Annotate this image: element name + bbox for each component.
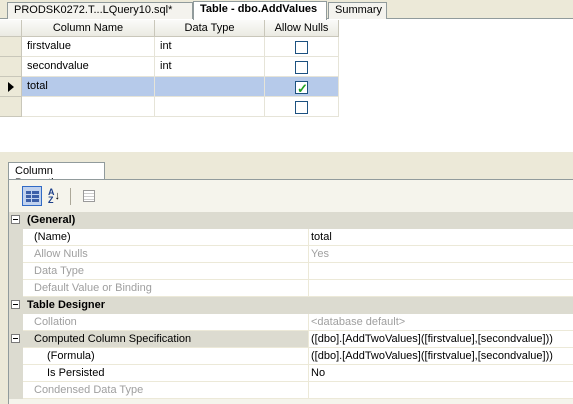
row-selector[interactable] [0,57,22,77]
data-type-header[interactable]: Data Type [155,20,265,37]
property-name: Data Type [23,263,309,280]
data-type-cell[interactable] [155,77,265,97]
table-row[interactable]: firstvalue int [0,37,339,57]
property-row[interactable]: Allow Nulls Yes [9,246,573,263]
property-value[interactable]: <database default> [309,314,573,331]
tab-summary[interactable]: Summary [328,2,387,19]
property-value[interactable] [309,280,573,297]
property-row[interactable]: (Formula) ([dbo].[AddTwoValues]([firstval… [9,348,573,365]
property-row[interactable]: Default Value or Binding [9,280,573,297]
table-row[interactable] [0,97,339,117]
row-selector[interactable] [0,37,22,57]
property-value[interactable]: No [309,365,573,382]
allow-nulls-header[interactable]: Allow Nulls [265,20,339,37]
property-category[interactable]: Table Designer [9,297,573,314]
property-row[interactable]: Is Persisted No [9,365,573,382]
property-value[interactable]: total [309,229,573,246]
property-name: Default Value or Binding [23,280,309,297]
tab-column-properties[interactable]: Column Properties [8,162,105,189]
property-gutter [9,314,23,331]
current-row-arrow-icon [8,82,14,92]
grid-header: Column Name Data Type Allow Nulls [0,20,339,37]
property-name: Collation [23,314,309,331]
property-value[interactable]: ([dbo].[AddTwoValues]([firstvalue],[seco… [309,348,573,365]
column-name-cell[interactable]: firstvalue [22,37,155,57]
property-value[interactable]: ([dbo].[AddTwoValues]([firstvalue],[seco… [309,331,573,348]
collapse-icon[interactable] [11,215,20,224]
property-name: Allow Nulls [23,246,309,263]
property-gutter [9,382,23,399]
property-name: (Name) [23,229,309,246]
property-row[interactable]: Computed Column Specification ([dbo].[Add… [9,331,573,348]
property-gutter [9,348,23,365]
property-name: Table Designer [23,297,573,314]
property-name: (Formula) [23,348,309,365]
property-value[interactable] [309,263,573,280]
allow-nulls-checkbox[interactable] [295,61,308,74]
property-gutter [9,263,23,280]
property-row[interactable]: (Name) total [9,229,573,246]
row-selector[interactable] [0,97,22,117]
toolbar-separator [70,188,71,205]
alphabetical-icon[interactable]: A Z ↓ [44,186,64,206]
table-row[interactable]: secondvalue int [0,57,339,77]
collapse-icon[interactable] [11,300,20,309]
tab-table-designer[interactable]: Table - dbo.AddValues [193,1,327,20]
property-row[interactable]: Data Type [9,263,573,280]
allow-nulls-checkbox[interactable] [295,101,308,114]
column-name-cell[interactable]: secondvalue [22,57,155,77]
collapse-icon[interactable] [11,334,20,343]
tab-query-file[interactable]: PRODSK0272.T...LQuery10.sql* [7,2,193,19]
allow-nulls-cell [265,77,339,98]
property-gutter [9,246,23,263]
property-gutter [9,365,23,382]
allow-nulls-cell [265,37,339,57]
property-gutter [9,229,23,246]
property-gutter [9,212,23,229]
property-name: (General) [23,212,573,229]
column-name-cell[interactable] [22,97,155,117]
property-gutter [9,297,23,314]
data-type-cell[interactable] [155,97,265,117]
property-value[interactable]: Yes [309,246,573,263]
property-value[interactable] [309,382,573,399]
row-selector-header [0,20,22,37]
row-selector[interactable] [0,77,22,97]
column-properties-panel: Column Properties AZ↓ (General)(Name)tot… [0,152,573,404]
column-name-cell[interactable]: total [22,77,155,97]
document-tab-strip: PRODSK0272.T...LQuery10.sql* Table - dbo… [0,0,573,20]
column-name-header[interactable]: Column Name [22,20,155,37]
property-pages-icon[interactable] [79,186,99,206]
allow-nulls-cell [265,97,339,117]
property-gutter [9,331,23,348]
property-name: Computed Column Specification [23,331,309,348]
property-gutter [9,280,23,297]
property-name: Condensed Data Type [23,382,309,399]
allow-nulls-cell [265,57,339,77]
property-row[interactable]: Collation <database default> [9,314,573,331]
data-type-cell[interactable]: int [155,37,265,57]
property-row[interactable]: Condensed Data Type [9,382,573,399]
allow-nulls-checkbox[interactable] [295,79,308,98]
data-type-cell[interactable]: int [155,57,265,77]
property-grid-container: A Z ↓ (General) (Name) total Allow Nulls Yes Da… [8,179,573,404]
property-category[interactable]: (General) [9,212,573,229]
categorized-icon[interactable] [22,186,42,206]
table-row[interactable]: total [0,77,339,98]
property-name: Is Persisted [23,365,309,382]
allow-nulls-checkbox[interactable] [295,41,308,54]
